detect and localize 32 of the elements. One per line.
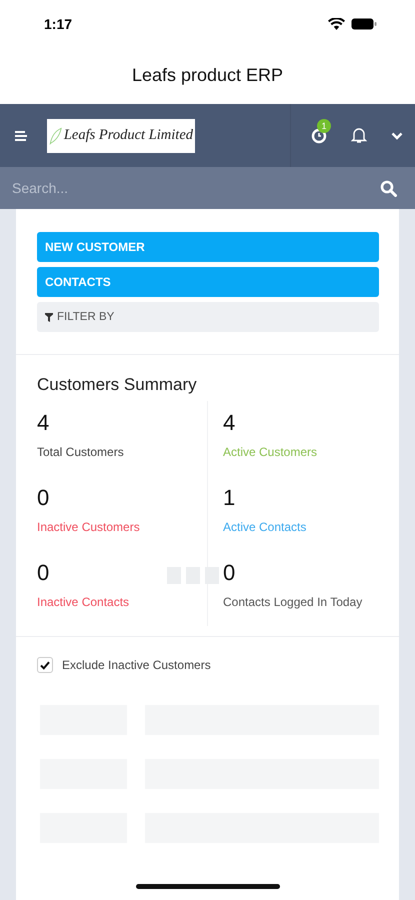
search-icon[interactable] <box>380 180 397 196</box>
menu-icon[interactable] <box>15 130 27 140</box>
stat-label: Contacts Logged In Today <box>223 595 364 609</box>
wifi-icon <box>328 18 345 30</box>
stat-label: Inactive Customers <box>37 520 141 534</box>
stat-label: Inactive Contacts <box>37 595 130 609</box>
clock-icon[interactable] <box>311 128 327 144</box>
checkbox[interactable] <box>37 657 53 673</box>
search-field[interactable]: Search... <box>0 167 415 209</box>
logo-text: Leafs Product Limited <box>64 127 193 144</box>
logo[interactable]: Leafs Product Limited <box>47 118 195 152</box>
filter-button[interactable]: FILTER BY <box>37 302 379 332</box>
status-time: 1:17 <box>44 16 72 32</box>
checkmark-icon <box>40 660 50 670</box>
notification-badge: 1 <box>317 119 331 133</box>
app-title: Leafs product ERP <box>0 52 415 104</box>
search-input[interactable]: Search... <box>12 180 380 196</box>
chevron-down-icon[interactable] <box>391 132 403 140</box>
stat-label: Active Contacts <box>223 520 308 534</box>
stat-value: 1 <box>223 484 236 512</box>
battery-icon <box>351 18 377 30</box>
stat-value: 4 <box>37 409 50 437</box>
stat-value: 0 <box>37 559 50 587</box>
stat-label: Total Customers <box>37 445 125 459</box>
section-title: Customers Summary <box>37 375 198 395</box>
checkbox-label: Exclude Inactive Customers <box>62 658 211 672</box>
filter-icon <box>45 312 53 322</box>
stat-label: Active Customers <box>223 445 318 459</box>
stat-value: 4 <box>223 409 236 437</box>
stat-value: 0 <box>223 559 236 587</box>
bell-icon[interactable] <box>351 127 367 144</box>
stat-value: 0 <box>37 484 50 512</box>
